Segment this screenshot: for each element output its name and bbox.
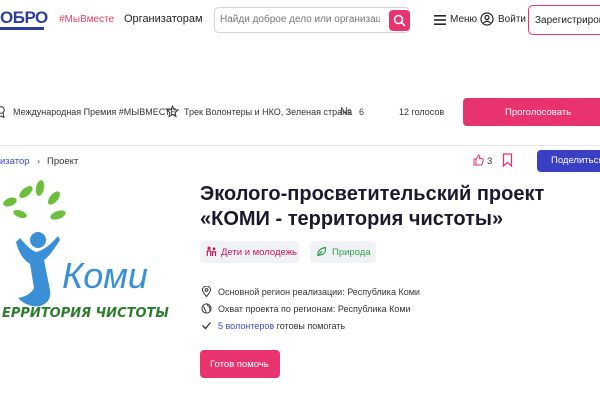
tag-nature-label[interactable]: Природа bbox=[332, 247, 371, 258]
coverage-text: Охват проекта по регионам: Республика Ко… bbox=[218, 304, 411, 314]
user-icon[interactable] bbox=[480, 12, 494, 26]
search-icon bbox=[393, 14, 406, 27]
main-region-text: Основной регион реализации: Республика К… bbox=[218, 287, 420, 297]
like-icon[interactable] bbox=[473, 154, 484, 166]
search-button[interactable] bbox=[389, 10, 410, 31]
share-button-label[interactable]: Поделиться bbox=[551, 155, 600, 166]
volunteers-text: 5 волонтеров готовы помогать bbox=[218, 321, 345, 331]
volunteers-suffix: готовы помогать bbox=[276, 321, 346, 331]
project-number: 6 bbox=[359, 107, 365, 117]
person-figure bbox=[16, 232, 60, 307]
search-input[interactable] bbox=[220, 14, 380, 25]
leaf-icon bbox=[317, 246, 327, 257]
logo-title: Коми bbox=[62, 255, 148, 296]
login-button[interactable]: Войти bbox=[498, 14, 526, 25]
children-icon bbox=[206, 246, 217, 256]
page-title: Эколого-просветительский проект «КОМИ - … bbox=[200, 182, 600, 232]
location-pin-icon bbox=[201, 286, 212, 297]
hashtag-link[interactable]: #МыВместе bbox=[59, 14, 114, 25]
number-sign: № bbox=[340, 106, 352, 118]
track-label[interactable]: Трек Волонтеры и НКО, Зеленая страна bbox=[184, 107, 352, 117]
register-button-label[interactable]: Зарегистрирова bbox=[535, 15, 600, 26]
help-button-label[interactable]: Готов помочь bbox=[210, 359, 269, 370]
logo-subtitle: ЕРРИТОРИЯ ЧИСТОТЫ bbox=[2, 306, 169, 321]
title-line-1: Эколого-просветительский проект bbox=[200, 183, 545, 205]
votes-count: 12 голосов bbox=[399, 107, 445, 117]
title-line-2: «КОМИ - территория чистоты» bbox=[200, 208, 504, 230]
bookmark-icon[interactable] bbox=[502, 153, 513, 167]
leaf-icon bbox=[3, 180, 66, 220]
award-icon bbox=[0, 106, 5, 118]
project-logo-image: Коми ЕРРИТОРИЯ ЧИСТОТЫ bbox=[2, 180, 169, 321]
site-logo[interactable]: ОБРО bbox=[0, 8, 48, 28]
breadcrumb-organizer[interactable]: изатор bbox=[0, 156, 30, 167]
logo-underline bbox=[0, 27, 44, 30]
breadcrumb-current: Проект bbox=[47, 156, 79, 167]
globe-icon bbox=[201, 303, 212, 314]
vote-button-label[interactable]: Проголосовать bbox=[505, 107, 571, 118]
volunteers-count-link[interactable]: 5 волонтеров bbox=[218, 321, 274, 331]
tag-children-label[interactable]: Дети и молодежь bbox=[221, 247, 297, 258]
organizers-link[interactable]: Организаторам bbox=[124, 13, 203, 25]
breadcrumb-separator: › bbox=[37, 156, 41, 167]
menu-icon[interactable] bbox=[434, 15, 446, 25]
check-icon bbox=[202, 322, 211, 330]
menu-button[interactable]: Меню bbox=[450, 14, 477, 25]
divider bbox=[0, 145, 600, 146]
star-icon bbox=[166, 105, 179, 118]
like-count: 3 bbox=[487, 156, 493, 167]
award-label[interactable]: Международная Премия #МЫВМЕСТЕ bbox=[13, 107, 176, 117]
